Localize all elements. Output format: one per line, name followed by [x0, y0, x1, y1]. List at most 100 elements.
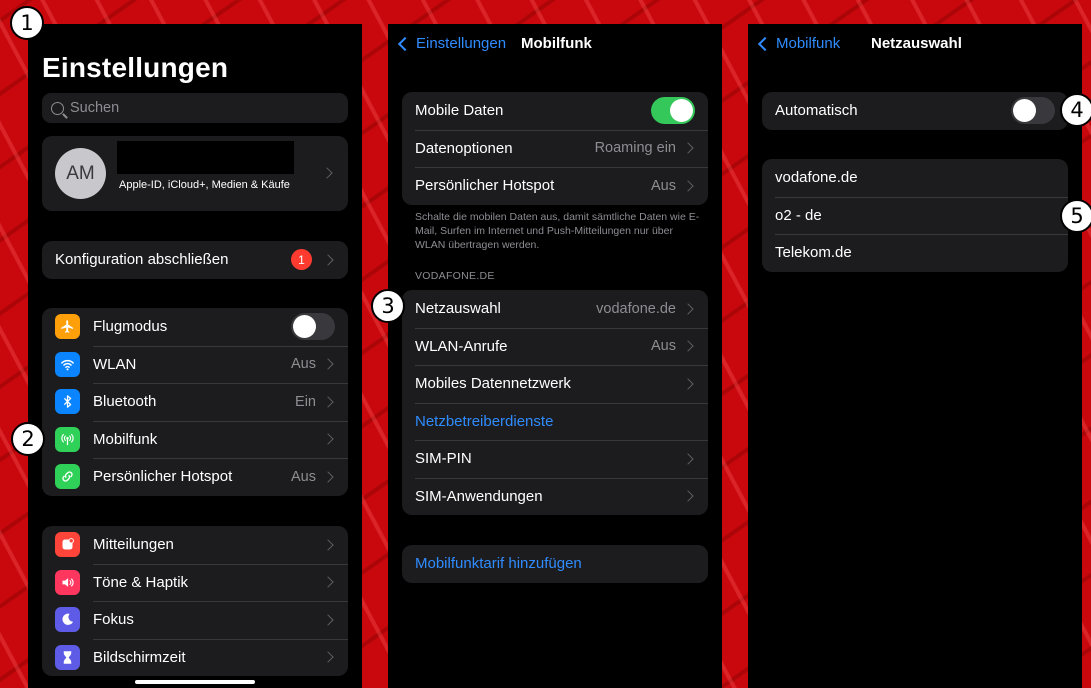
- chevron-right-icon: [682, 180, 694, 192]
- mobilfunk-row-personlicher-hotspot-value: Aus: [651, 177, 676, 194]
- add-plan-group: Mobilfunktarif hinzufügen: [402, 545, 708, 583]
- search-placeholder: Suchen: [70, 100, 120, 116]
- mobilfunk-row-personlicher-hotspot-label: Persönlicher Hotspot: [415, 177, 555, 195]
- airplane-icon: [55, 314, 80, 340]
- chevron-right-icon: [322, 539, 334, 551]
- settings-row-mobilfunk[interactable]: Mobilfunk: [42, 420, 348, 459]
- settings-row-wlan-value: Aus: [291, 356, 316, 373]
- settings-row-flugmodus-label: Flugmodus: [93, 318, 168, 336]
- settings-row-flugmodus-toggle[interactable]: [291, 313, 335, 341]
- nav-title: Netzauswahl: [871, 35, 962, 52]
- navigation-bar: Einstellungen Mobilfunk: [388, 24, 722, 62]
- mobilfunk-row-datenoptionen[interactable]: Datenoptionen Roaming ein: [402, 129, 708, 168]
- mobilfunk-row-mobiles-datennetzwerk-label: Mobiles Datennetzwerk: [415, 375, 571, 393]
- chevron-right-icon: [682, 490, 694, 502]
- settings-row-bluetooth[interactable]: Bluetooth Ein: [42, 383, 348, 421]
- mobilfunk-row-sim-anwendungen-label: SIM-Anwendungen: [415, 487, 543, 505]
- mobilfunk-screen: Einstellungen Mobilfunk Mobile Daten Date…: [388, 24, 722, 688]
- notifications-icon: [55, 532, 80, 558]
- mobilfunk-row-wlan-anrufe[interactable]: WLAN-Anrufe Aus: [402, 327, 708, 366]
- carrier-group: Netzauswahl vodafone.de WLAN-Anrufe Aus Mobi…: [402, 290, 708, 515]
- automatic-toggle[interactable]: [1011, 97, 1055, 125]
- search-icon: [51, 101, 64, 115]
- chevron-right-icon: [322, 576, 334, 588]
- search-field[interactable]: Suchen: [42, 93, 348, 123]
- mobilfunk-row-mobile-daten-toggle[interactable]: [651, 97, 695, 125]
- settings-row-tone-haptik[interactable]: Töne & Haptik: [42, 563, 348, 602]
- settings-row-bluetooth-label: Bluetooth: [93, 393, 157, 411]
- add-cellular-plan-button[interactable]: Mobilfunktarif hinzufügen: [402, 545, 708, 583]
- mobilfunk-row-mobile-daten[interactable]: Mobile Daten: [402, 92, 708, 130]
- chevron-right-icon: [322, 471, 334, 483]
- hourglass-icon: [55, 644, 80, 670]
- mobilfunk-row-netzauswahl-value: vodafone.de: [596, 300, 676, 317]
- notifications-group: Mitteilungen Töne & Haptik Fokus Bildschirm…: [42, 526, 348, 676]
- mobilfunk-row-personlicher-hotspot[interactable]: Persönlicher Hotspot Aus: [402, 167, 708, 205]
- mobilfunk-row-mobile-daten-label: Mobile Daten: [415, 102, 504, 120]
- chevron-right-icon: [322, 358, 334, 370]
- mobilfunk-row-netzbetreiberdienste[interactable]: Netzbetreiberdienste: [402, 402, 708, 441]
- back-button[interactable]: Einstellungen: [396, 35, 506, 52]
- settings-row-bluetooth-value: Ein: [295, 393, 316, 410]
- speaker-icon: [55, 569, 80, 595]
- finish-setup-row[interactable]: Konfiguration abschließen 1: [42, 241, 348, 279]
- mobilfunk-row-mobiles-datennetzwerk[interactable]: Mobiles Datennetzwerk: [402, 365, 708, 403]
- mobile-data-footnote: Schalte die mobilen Daten aus, damit säm…: [415, 211, 700, 251]
- chevron-right-icon: [322, 614, 334, 626]
- settings-row-tone-haptik-label: Töne & Haptik: [93, 573, 189, 591]
- wifi-icon: [55, 351, 80, 377]
- chevron-right-icon: [322, 433, 334, 445]
- bluetooth-icon: [55, 389, 80, 415]
- automatic-row: Automatisch: [762, 92, 1068, 130]
- mobilfunk-row-sim-anwendungen[interactable]: SIM-Anwendungen: [402, 477, 708, 516]
- mobile-data-group: Mobile Daten Datenoptionen Roaming ein Pers…: [402, 92, 708, 205]
- chevron-right-icon: [682, 142, 694, 154]
- settings-row-bildschirmzeit[interactable]: Bildschirmzeit: [42, 638, 348, 677]
- chevron-right-icon: [321, 167, 333, 179]
- network-option[interactable]: vodafone.de: [762, 159, 1068, 197]
- step-marker-3: 3: [371, 289, 405, 323]
- avatar: AM: [55, 148, 106, 199]
- settings-row-fokus-label: Fokus: [93, 611, 134, 629]
- carrier-section-header: VODAFONE.DE: [415, 270, 495, 282]
- automatic-group: Automatisch: [762, 92, 1068, 130]
- back-button[interactable]: Mobilfunk: [756, 35, 840, 52]
- step-marker-2: 2: [11, 422, 45, 456]
- network-option[interactable]: Telekom.de: [762, 234, 1068, 272]
- hotspot-icon: [55, 464, 80, 490]
- settings-row-mitteilungen[interactable]: Mitteilungen: [42, 526, 348, 564]
- mobilfunk-row-datenoptionen-value: Roaming ein: [594, 140, 676, 157]
- network-list: vodafone.de o2 - de Telekom.de: [762, 159, 1068, 272]
- settings-row-mobilfunk-label: Mobilfunk: [93, 430, 158, 448]
- mobilfunk-row-sim-pin[interactable]: SIM-PIN: [402, 440, 708, 478]
- connectivity-group: Flugmodus WLAN Aus Bluetooth Ein Mobilfunk Per…: [42, 308, 348, 496]
- network-name: Telekom.de: [775, 244, 852, 262]
- step-marker-1: 1: [10, 6, 44, 40]
- settings-row-personlicher-hotspot[interactable]: Persönlicher Hotspot Aus: [42, 458, 348, 496]
- chevron-right-icon: [682, 453, 694, 465]
- moon-icon: [55, 607, 80, 633]
- nav-title: Mobilfunk: [521, 35, 592, 52]
- settings-row-flugmodus[interactable]: Flugmodus: [42, 308, 348, 346]
- chevron-left-icon: [397, 36, 413, 51]
- redacted-name: [117, 141, 294, 174]
- network-name: o2 - de: [775, 206, 822, 224]
- mobilfunk-row-netzauswahl[interactable]: Netzauswahl vodafone.de: [402, 290, 708, 328]
- chevron-right-icon: [682, 303, 694, 315]
- home-indicator[interactable]: [135, 680, 255, 684]
- chevron-right-icon: [682, 378, 694, 390]
- mobilfunk-row-sim-pin-label: SIM-PIN: [415, 450, 472, 468]
- settings-row-wlan[interactable]: WLAN Aus: [42, 345, 348, 384]
- step-marker-4: 4: [1060, 93, 1091, 127]
- mobilfunk-row-wlan-anrufe-value: Aus: [651, 338, 676, 355]
- network-name: vodafone.de: [775, 169, 858, 187]
- network-option[interactable]: o2 - de: [762, 196, 1068, 235]
- chevron-left-icon: [757, 36, 773, 51]
- mobilfunk-row-netzbetreiberdienste-label: Netzbetreiberdienste: [415, 412, 554, 430]
- mobilfunk-row-wlan-anrufe-label: WLAN-Anrufe: [415, 337, 508, 355]
- apple-id-row[interactable]: AM Apple-ID, iCloud+, Medien & Käufe: [42, 136, 348, 211]
- page-title: Einstellungen: [42, 52, 229, 83]
- settings-row-bildschirmzeit-label: Bildschirmzeit: [93, 648, 186, 666]
- settings-row-fokus[interactable]: Fokus: [42, 601, 348, 639]
- back-label: Mobilfunk: [776, 35, 841, 52]
